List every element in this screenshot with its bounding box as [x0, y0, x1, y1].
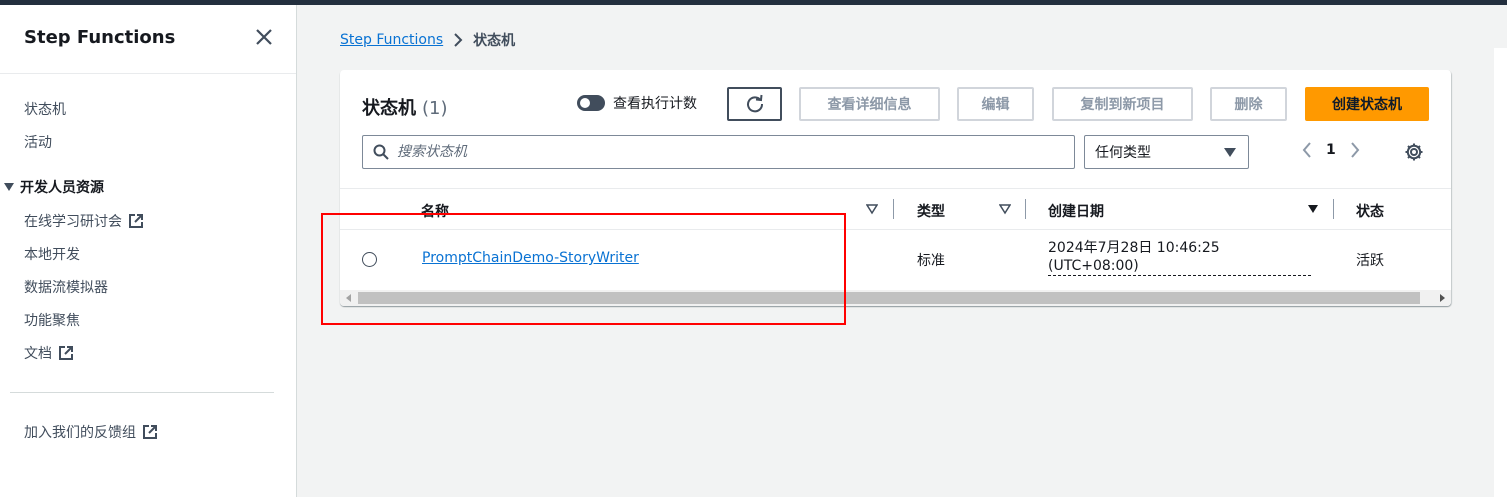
sidebar-divider	[10, 392, 274, 393]
refresh-button[interactable]	[727, 87, 782, 121]
external-link-icon	[129, 214, 143, 228]
sidebar-section-dev-resources[interactable]: 开发人员资源	[4, 177, 104, 197]
toggle-label: 查看执行计数	[613, 96, 697, 112]
sidebar-item-label: 文档	[24, 346, 52, 362]
sidebar-item-label: 本地开发	[24, 247, 80, 263]
panel-title-text: 状态机	[362, 98, 416, 119]
sidebar-title: Step Functions	[24, 27, 176, 48]
sort-icon[interactable]	[866, 203, 878, 215]
chevron-right-icon	[454, 33, 463, 47]
state-machine-type: 标准	[917, 253, 945, 269]
caret-down-icon	[1224, 147, 1236, 157]
sidebar-item-label: 状态机	[24, 102, 66, 118]
created-date: 2024年7月28日 10:46:25 (UTC+08:00)	[1048, 239, 1311, 276]
sidebar-item-label: 活动	[24, 135, 52, 151]
delete-button[interactable]: 删除	[1210, 87, 1287, 121]
sidebar-item-docs[interactable]: 文档	[24, 343, 74, 363]
caret-down-icon	[4, 183, 14, 191]
pagination: 1	[1302, 142, 1360, 158]
breadcrumb-current: 状态机	[473, 33, 516, 49]
column-separator[interactable]	[1333, 199, 1334, 219]
sidebar-item-webinars[interactable]: 在线学习研讨会	[24, 211, 144, 231]
refresh-icon	[746, 94, 763, 113]
column-header-status[interactable]: 状态	[1356, 201, 1384, 221]
search-icon	[373, 144, 389, 160]
highlight-annotation-box	[321, 213, 846, 325]
column-separator[interactable]	[1025, 199, 1026, 219]
sidebar-item-label: 数据流模拟器	[24, 280, 108, 296]
sidebar-item-feature-spotlight[interactable]: 功能聚焦	[24, 310, 80, 330]
right-panel-edge	[1494, 48, 1507, 497]
search-field[interactable]	[362, 135, 1075, 169]
sidebar-item-activities[interactable]: 活动	[24, 132, 52, 152]
created-date-line2: (UTC+08:00)	[1048, 257, 1311, 276]
external-link-icon	[59, 346, 73, 360]
sidebar-item-label: 加入我们的反馈组	[24, 425, 136, 441]
sidebar-item-label: 功能聚焦	[24, 313, 80, 329]
column-header-created[interactable]: 创建日期	[1048, 201, 1104, 221]
execution-count-toggle[interactable]: 查看执行计数	[577, 93, 697, 113]
toggle-switch[interactable]	[577, 95, 605, 111]
sidebar-item-feedback-group[interactable]: 加入我们的反馈组	[24, 422, 158, 442]
breadcrumb: Step Functions 状态机	[340, 30, 515, 50]
panel-title: 状态机 (1)	[362, 94, 448, 120]
edit-button[interactable]: 编辑	[957, 87, 1034, 121]
sidebar-divider	[0, 73, 296, 74]
type-filter-value: 任何类型	[1095, 145, 1151, 161]
column-header-type[interactable]: 类型	[917, 201, 945, 221]
sidebar-item-local-dev[interactable]: 本地开发	[24, 244, 80, 264]
created-date-line1: 2024年7月28日 10:46:25	[1048, 240, 1220, 256]
state-machine-status: 活跃	[1356, 253, 1384, 269]
chevron-right-icon[interactable]	[1350, 142, 1360, 158]
scroll-right-arrow-icon[interactable]	[1440, 294, 1445, 302]
sort-descending-icon[interactable]	[1307, 203, 1319, 215]
settings-gear-icon[interactable]	[1404, 142, 1424, 162]
sidebar: Step Functions 状态机 活动 开发人员资源 在线学习研讨会 本地开…	[0, 5, 297, 497]
type-filter-select[interactable]: 任何类型	[1084, 135, 1249, 169]
chevron-left-icon[interactable]	[1302, 142, 1312, 158]
view-details-button[interactable]: 查看详细信息	[799, 87, 940, 121]
sidebar-item-state-machines[interactable]: 状态机	[24, 99, 66, 119]
sidebar-item-data-flow-simulator[interactable]: 数据流模拟器	[24, 277, 108, 297]
create-state-machine-button[interactable]: 创建状态机	[1305, 87, 1429, 121]
sidebar-section-label: 开发人员资源	[20, 180, 104, 196]
sidebar-item-label: 在线学习研讨会	[24, 214, 122, 230]
current-page[interactable]: 1	[1326, 142, 1336, 158]
panel-count: (1)	[422, 98, 448, 119]
external-link-icon	[143, 425, 157, 439]
column-separator[interactable]	[893, 199, 894, 219]
close-icon[interactable]	[252, 25, 276, 49]
breadcrumb-root-link[interactable]: Step Functions	[340, 32, 443, 48]
search-input[interactable]	[397, 144, 1057, 160]
copy-to-new-button[interactable]: 复制到新项目	[1052, 87, 1193, 121]
sort-icon[interactable]	[999, 203, 1011, 215]
